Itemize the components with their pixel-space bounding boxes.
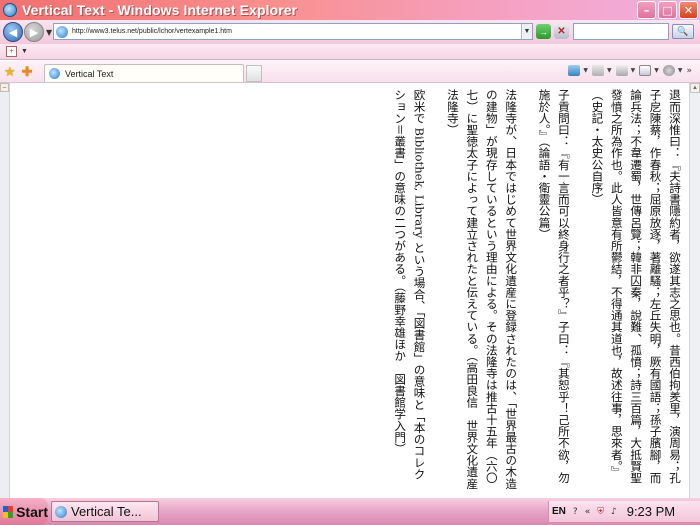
paragraph-horyuji: 法隆寺が、日本ではじめて世界文化遺産に登録されたのは、「世界最古の木造の建物」が… bbox=[445, 89, 519, 490]
close-button[interactable]: ✕ bbox=[679, 1, 698, 19]
title-bar[interactable]: Vertical Text - Windows Internet Explore… bbox=[0, 0, 700, 20]
gear-icon bbox=[662, 65, 675, 76]
start-label: Start bbox=[16, 503, 48, 520]
security-shield-icon[interactable]: ⛨ bbox=[597, 507, 604, 517]
windows-flag-icon bbox=[3, 505, 14, 518]
vertical-scrollbar[interactable]: ▲ bbox=[689, 83, 700, 498]
volume-icon[interactable]: ♪ bbox=[611, 507, 617, 517]
paragraph-lunyu: 子貢問曰：『有一言而可以終身行之者乎？』子曰：『其恕乎！己所不欲，勿施於人。』（… bbox=[537, 89, 571, 484]
tab-page-icon bbox=[49, 68, 60, 79]
history-dropdown-icon[interactable]: ▼ bbox=[46, 28, 52, 37]
search-button[interactable]: 🔍 bbox=[672, 24, 694, 39]
command-bar: ▼ ▼ ▼ ▼ ▼ » bbox=[568, 65, 692, 76]
system-tray: EN ? « ⛨ ♪ 9:23 PM bbox=[548, 501, 700, 522]
window-controls: – □ ✕ bbox=[637, 1, 698, 19]
tray-overflow[interactable]: « bbox=[585, 507, 591, 517]
tab-bar: ★ ✚ Vertical Text ▼ ▼ ▼ ▼ ▼ » bbox=[0, 61, 700, 83]
scroll-up-arrow-icon[interactable]: ▲ bbox=[690, 83, 700, 93]
minimize-button[interactable]: – bbox=[637, 1, 656, 19]
print-icon bbox=[615, 65, 628, 76]
search-input[interactable] bbox=[573, 23, 669, 40]
start-button[interactable]: Start bbox=[0, 498, 48, 525]
go-button[interactable]: → bbox=[536, 24, 551, 39]
taskbar-item-label: Vertical Te... bbox=[71, 504, 142, 519]
home-icon bbox=[568, 65, 581, 76]
paragraph-shiji: 退而深惟曰：『夫詩書隱約者，欲遂其志之思也。昔西伯拘羑里，演周易；孔子戹陳蔡，作… bbox=[590, 89, 682, 484]
page-button[interactable]: ▼ bbox=[639, 65, 659, 76]
favorites-star-icon[interactable]: ★ bbox=[4, 64, 16, 80]
left-gutter: – bbox=[0, 83, 10, 498]
page-icon bbox=[639, 65, 652, 76]
gutter-arrow-icon[interactable]: – bbox=[0, 83, 9, 92]
links-dropdown-icon[interactable]: ▼ bbox=[21, 48, 28, 55]
paragraph-library: 欧米で Bibliothek, Library という場合、「図書館」の意味と「… bbox=[393, 89, 427, 480]
language-indicator[interactable]: EN bbox=[552, 506, 566, 517]
feeds-button[interactable]: ▼ bbox=[591, 65, 612, 76]
tab-vertical-text[interactable]: Vertical Text bbox=[44, 64, 244, 82]
feeds-icon bbox=[591, 65, 604, 76]
home-button[interactable]: ▼ bbox=[568, 65, 588, 76]
help-icon[interactable]: ? bbox=[573, 507, 578, 517]
taskbar: Start Vertical Te... EN ? « ⛨ ♪ 9:23 PM bbox=[0, 498, 700, 525]
tools-button[interactable]: ▼ bbox=[662, 65, 682, 76]
links-toolbar: + ▼ bbox=[0, 44, 700, 60]
ie-icon bbox=[55, 505, 67, 518]
ie-icon bbox=[3, 3, 17, 17]
add-favorite-icon[interactable]: ✚ bbox=[22, 64, 33, 80]
window-title: Vertical Text - Windows Internet Explore… bbox=[22, 2, 298, 18]
forward-button[interactable]: ▶ bbox=[24, 22, 44, 42]
vertical-text: 退而深惟曰：『夫詩書隱約者，欲遂其志之思也。昔西伯拘羑里，演周易；孔子戹陳蔡，作… bbox=[376, 89, 684, 491]
back-button[interactable]: ◀ bbox=[3, 22, 23, 42]
address-input[interactable]: http://www3.telus.net/public/lchor/verte… bbox=[53, 23, 533, 40]
new-tab-button[interactable] bbox=[246, 65, 262, 82]
taskbar-item-ie[interactable]: Vertical Te... bbox=[51, 501, 159, 522]
address-dropdown-icon[interactable]: ▼ bbox=[521, 24, 532, 39]
page-icon bbox=[56, 25, 68, 38]
url-text[interactable]: http://www3.telus.net/public/lchor/verte… bbox=[72, 28, 232, 35]
clock[interactable]: 9:23 PM bbox=[627, 504, 675, 519]
print-button[interactable]: ▼ bbox=[615, 65, 635, 76]
vertical-text-container: 退而深惟曰：『夫詩書隱約者，欲遂其志之思也。昔西伯拘羑里，演周易；孔子戹陳蔡，作… bbox=[374, 89, 684, 491]
search-icon: 🔍 bbox=[677, 26, 689, 36]
address-toolbar: ◀ ▶ ▼ http://www3.telus.net/public/lchor… bbox=[0, 20, 700, 44]
command-overflow[interactable]: » bbox=[686, 66, 692, 76]
add-link-icon[interactable]: + bbox=[6, 46, 17, 57]
tab-label: Vertical Text bbox=[65, 68, 114, 79]
maximize-button[interactable]: □ bbox=[658, 1, 677, 19]
stop-button[interactable]: ✕ bbox=[554, 24, 569, 39]
